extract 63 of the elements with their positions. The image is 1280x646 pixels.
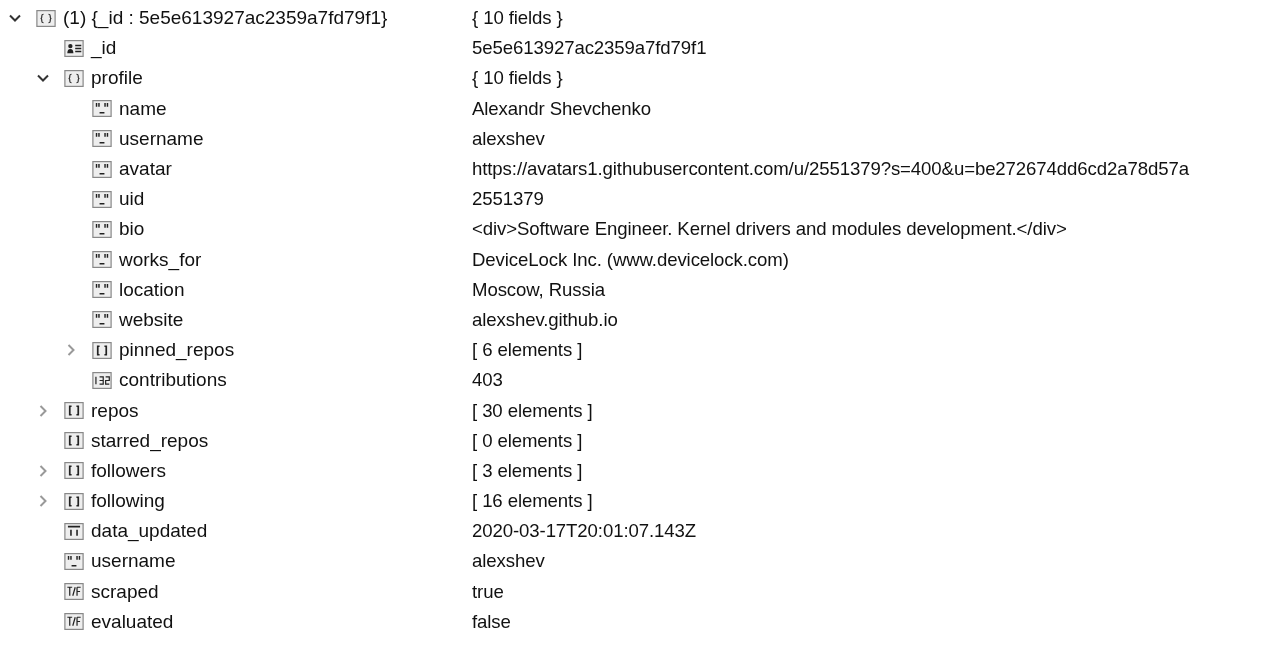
field-value: [ 6 elements ] bbox=[472, 339, 583, 362]
field-value: Alexandr Shevchenko bbox=[472, 97, 651, 120]
field-name: repos bbox=[91, 399, 139, 422]
field-value: [ 30 elements ] bbox=[472, 399, 593, 422]
quotes-icon bbox=[92, 130, 112, 148]
brackets-icon bbox=[64, 492, 84, 510]
field-value: alexshev bbox=[472, 127, 545, 150]
field-name: starred_repos bbox=[91, 429, 209, 452]
id-card-icon bbox=[64, 39, 84, 57]
boolean-icon bbox=[64, 613, 84, 631]
quotes-icon bbox=[92, 100, 112, 118]
field-name: followers bbox=[91, 459, 166, 482]
field-value: [ 16 elements ] bbox=[472, 490, 593, 513]
braces-icon bbox=[64, 69, 84, 87]
quotes-icon bbox=[92, 311, 112, 329]
field-name: website bbox=[119, 308, 184, 331]
number-icon bbox=[92, 371, 112, 389]
field-name: _id bbox=[91, 37, 117, 60]
field-value: https://avatars1.githubusercontent.com/u/2551379?s=400&u=be272674dd6cd2a78d57a bbox=[472, 158, 1189, 181]
field-name: contributions bbox=[119, 369, 227, 392]
field-name: uid bbox=[119, 188, 145, 211]
field-value: [ 3 elements ] bbox=[472, 459, 583, 482]
field-value: Moscow, Russia bbox=[472, 278, 605, 301]
field-name: avatar bbox=[119, 158, 172, 181]
quotes-icon bbox=[92, 190, 112, 208]
brackets-icon bbox=[92, 341, 112, 359]
field-name: location bbox=[119, 278, 185, 301]
quotes-icon bbox=[92, 160, 112, 178]
quotes-icon bbox=[92, 220, 112, 238]
field-value: 2551379 bbox=[472, 188, 544, 211]
field-value: 2020-03-17T20:01:07.143Z bbox=[472, 520, 696, 543]
field-name: bio bbox=[119, 218, 145, 241]
field-value: { 10 fields } bbox=[472, 7, 563, 30]
field-name: username bbox=[119, 127, 204, 150]
calendar-icon bbox=[64, 522, 84, 540]
quotes-icon bbox=[92, 251, 112, 269]
field-name: scraped bbox=[91, 580, 159, 603]
brackets-icon bbox=[64, 402, 84, 420]
quotes-icon bbox=[92, 281, 112, 299]
field-value: { 10 fields } bbox=[472, 67, 563, 90]
field-name: evaluated bbox=[91, 610, 174, 633]
field-value: 403 bbox=[472, 369, 503, 392]
quotes-icon bbox=[64, 552, 84, 570]
field-value: alexshev.github.io bbox=[472, 308, 618, 331]
field-name: pinned_repos bbox=[119, 339, 235, 362]
field-value: false bbox=[472, 610, 511, 633]
field-name: profile bbox=[91, 67, 143, 90]
field-name: following bbox=[91, 490, 165, 513]
field-name: (1) {_id : 5e5e613927ac2359a7fd79f1} bbox=[63, 7, 388, 30]
boolean-icon bbox=[64, 583, 84, 601]
brackets-icon bbox=[64, 462, 84, 480]
field-name: username bbox=[91, 550, 176, 573]
field-value: DeviceLock Inc. (www.devicelock.com) bbox=[472, 248, 789, 271]
field-name: works_for bbox=[119, 248, 202, 271]
field-value: <div>Software Engineer. Kernel drivers and modules development.</div> bbox=[472, 218, 1067, 241]
field-name: data_updated bbox=[91, 520, 208, 543]
field-value: 5e5e613927ac2359a7fd79f1 bbox=[472, 37, 707, 60]
field-value: alexshev bbox=[472, 550, 545, 573]
field-value: [ 0 elements ] bbox=[472, 429, 583, 452]
field-value: true bbox=[472, 580, 504, 603]
brackets-icon bbox=[64, 432, 84, 450]
braces-icon bbox=[36, 9, 56, 27]
field-name: name bbox=[119, 97, 167, 120]
